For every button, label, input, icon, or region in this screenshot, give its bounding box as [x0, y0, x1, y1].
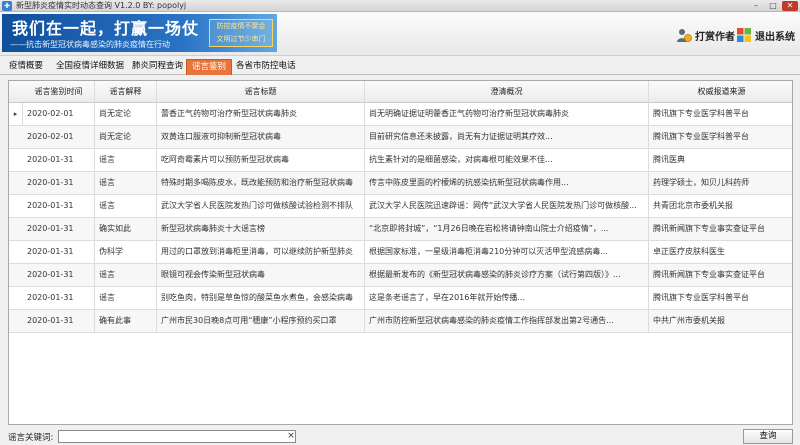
cell-clarification: “北京即将封城”，“1月26日晚在岩松将请钟南山院士介绍疫情”，...: [365, 218, 649, 240]
cell-verdict: 伪科学: [95, 241, 157, 263]
window-titlebar: ✚ 新型肺炎疫情实时动态查询 V1.2.0 BY: popolyj – □ ✕: [0, 0, 800, 12]
slogan-banner: 我们在一起，打赢一场仗 ——抗击新型冠状病毒感染的肺炎疫情在行动 防控疫情不聚会…: [2, 14, 277, 52]
cell-source: 腾讯旗下专业医学科普平台: [653, 132, 749, 141]
cell-verdict: 谣言: [95, 195, 157, 217]
cell-verdict: 确有此事: [95, 310, 157, 332]
cell-time: 2020-01-31: [23, 264, 95, 286]
tip-author-button[interactable]: 打赏作者: [676, 26, 735, 44]
tab-same-trip[interactable]: 肺炎同程查询: [132, 59, 183, 75]
cell-title: 新型冠状病毒肺炎十大谣言榜: [157, 218, 365, 240]
search-button[interactable]: 查询: [743, 429, 793, 444]
cell-clarification: 武汉大学人民医院迅速辟谣：网传“武汉大学省人民医院发热门诊可做核酸...: [365, 195, 649, 217]
table-row[interactable]: 2020-01-31 谣言 特殊时期多喝陈皮水，既改能预防和治疗新型冠状病毒 传…: [9, 172, 792, 195]
cell-time: 2020-01-31: [23, 310, 95, 332]
cell-source: 共青团北京市委机关报: [653, 201, 733, 210]
cell-time: 2020-02-01: [23, 103, 95, 125]
table-row[interactable]: 2020-01-31 伪科学 用过的口罩放到消毒柜里消毒，可以继续防护新型肺炎 …: [9, 241, 792, 264]
tab-overview[interactable]: 疫情概要: [6, 59, 46, 75]
cell-source: 卓正医疗皮肤科医生: [653, 247, 725, 256]
clear-icon[interactable]: ×: [286, 430, 296, 443]
cell-time: 2020-01-31: [23, 172, 95, 194]
cell-clarification: 这是条老谣言了，早在2016年就开始传播...: [365, 287, 649, 309]
cell-verdict: 谣言: [95, 172, 157, 194]
cell-clarification: 尚无明确证据证明藿香正气药物可治疗新型冠状病毒肺炎: [365, 103, 649, 125]
windows-logo-icon: [736, 27, 752, 43]
badge-line-2: 文明过节少串门: [216, 35, 266, 43]
cell-title: 武汉大学省人民医院发热门诊可做核酸试验检测不排队: [157, 195, 365, 217]
user-coin-icon: [676, 27, 692, 43]
cell-verdict: 尚无定论: [95, 126, 157, 148]
cell-verdict: 确实如此: [95, 218, 157, 240]
cell-source: 腾讯新闻旗下专业事实查证平台: [653, 270, 765, 279]
table-row[interactable]: 2020-01-31 确有此事 广州市民30日晚8点可用“穗康”小程序预约买口罩…: [9, 310, 792, 333]
cell-title: 广州市民30日晚8点可用“穗康”小程序预约买口罩: [157, 310, 365, 332]
banner-badge: 防控疫情不聚会 文明过节少串门: [209, 19, 273, 47]
search-bar: 谣言关键词: × 查询: [0, 428, 800, 445]
cell-time: 2020-02-01: [23, 126, 95, 148]
table-row[interactable]: 2020-02-01 尚无定论 双黄连口服液可抑制新型冠状病毒 目前研究信息还未…: [9, 126, 792, 149]
col-header-verdict[interactable]: 谣言解释: [95, 81, 157, 103]
search-label: 谣言关键词:: [8, 433, 54, 443]
app-header: 我们在一起，打赢一场仗 ——抗击新型冠状病毒感染的肺炎疫情在行动 防控疫情不聚会…: [0, 12, 800, 56]
cell-source: 腾讯旗下专业医学科普平台: [653, 293, 749, 302]
col-header-clarification[interactable]: 澄清概况: [365, 81, 649, 103]
tab-national-details[interactable]: 全国疫情详细数据: [52, 59, 128, 75]
table-row[interactable]: 2020-01-31 谣言 吃阿奇霉素片可以预防新型冠状病毒 抗生素针对的是细菌…: [9, 149, 792, 172]
cell-title: 吃阿奇霉素片可以预防新型冠状病毒: [157, 149, 365, 171]
table-row[interactable]: ▸ 2020-02-01 尚无定论 蕾香正气药物可治疗新型冠状病毒肺炎 尚无明确…: [9, 103, 792, 126]
badge-line-1: 防控疫情不聚会: [216, 22, 266, 30]
tab-hotlines[interactable]: 各省市防控电话: [236, 59, 296, 75]
cell-time: 2020-01-31: [23, 149, 95, 171]
cell-clarification: 根据最新发布的《新型冠状病毒感染的肺炎诊疗方案（试行第四版）》...: [365, 264, 649, 286]
exit-button[interactable]: 退出系统: [736, 26, 795, 44]
cell-clarification: 抗生素针对的是细菌感染，对病毒根可能效果不佳...: [365, 149, 649, 171]
cell-clarification: 目前研究信息还未披露，尚无有力证据证明其疗效...: [365, 126, 649, 148]
cell-verdict: 谣言: [95, 264, 157, 286]
cell-title: 用过的口罩放到消毒柜里消毒，可以继续防护新型肺炎: [157, 241, 365, 263]
table-header: 谣言鉴别时间 谣言解释 谣言标题 澄清概况 权威报道来源: [9, 81, 792, 103]
tab-strip: 疫情概要 全国疫情详细数据 肺炎同程查询 谣言鉴别 各省市防控电话: [0, 57, 800, 75]
cell-source: 中共广州市委机关报: [653, 316, 725, 325]
cell-time: 2020-01-31: [23, 195, 95, 217]
cell-verdict: 谣言: [95, 287, 157, 309]
cell-source: 药理学硕士，知贝儿科药师: [653, 178, 749, 187]
table-row[interactable]: 2020-01-31 谣言 武汉大学省人民医院发热门诊可做核酸试验检测不排队 武…: [9, 195, 792, 218]
cell-source: 腾讯新闻旗下专业事实查证平台: [653, 224, 765, 233]
col-header-source[interactable]: 权威报道来源: [649, 81, 792, 103]
cell-source: 腾讯医典: [653, 155, 685, 164]
app-icon: ✚: [2, 1, 12, 11]
window-title: 新型肺炎疫情实时动态查询 V1.2.0 BY: popolyj: [16, 1, 187, 10]
close-button[interactable]: ✕: [782, 1, 798, 11]
cell-title: 眼镜可视会传染新型冠状病毒: [157, 264, 365, 286]
table-row[interactable]: 2020-01-31 确实如此 新型冠状病毒肺炎十大谣言榜 “北京即将封城”，“…: [9, 218, 792, 241]
current-row-marker: ▸: [9, 103, 23, 125]
cell-title: 双黄连口服液可抑制新型冠状病毒: [157, 126, 365, 148]
exit-label: 退出系统: [755, 31, 795, 43]
cell-time: 2020-01-31: [23, 287, 95, 309]
cell-clarification: 传言中陈皮里面的柠檬烯的抗感染抗新型冠状病毒作用...: [365, 172, 649, 194]
banner-slogan: 我们在一起，打赢一场仗: [12, 19, 200, 38]
cell-clarification: 根据国家标准，一星级消毒柜消毒210分钟可以灭活甲型流感病毒...: [365, 241, 649, 263]
table-row[interactable]: 2020-01-31 谣言 眼镜可视会传染新型冠状病毒 根据最新发布的《新型冠状…: [9, 264, 792, 287]
minimize-button[interactable]: –: [748, 1, 764, 11]
table-row[interactable]: 2020-01-31 谣言 别吃鱼肉，特别是草鱼惊的酸菜鱼水煮鱼，会感染病毒 这…: [9, 287, 792, 310]
maximize-button[interactable]: □: [765, 1, 781, 11]
cell-verdict: 尚无定论: [95, 103, 157, 125]
cell-title: 蕾香正气药物可治疗新型冠状病毒肺炎: [157, 103, 365, 125]
tab-rumor-check[interactable]: 谣言鉴别: [186, 59, 232, 75]
rumor-table[interactable]: 谣言鉴别时间 谣言解释 谣言标题 澄清概况 权威报道来源 ▸ 2020-02-0…: [8, 80, 793, 425]
col-header-time[interactable]: 谣言鉴别时间: [23, 81, 95, 103]
cell-verdict: 谣言: [95, 149, 157, 171]
banner-subtitle: ——抗击新型冠状病毒感染的肺炎疫情在行动: [10, 40, 170, 49]
cell-time: 2020-01-31: [23, 218, 95, 240]
cell-clarification: 广州市防控新型冠状病毒感染的肺炎疫情工作指挥部发出第2号通告...: [365, 310, 649, 332]
cell-title: 别吃鱼肉，特别是草鱼惊的酸菜鱼水煮鱼，会感染病毒: [157, 287, 365, 309]
cell-title: 特殊时期多喝陈皮水，既改能预防和治疗新型冠状病毒: [157, 172, 365, 194]
cell-time: 2020-01-31: [23, 241, 95, 263]
rumor-keyword-input[interactable]: [58, 430, 296, 443]
cell-source: 腾讯旗下专业医学科普平台: [653, 109, 749, 118]
tip-author-label: 打赏作者: [695, 31, 735, 43]
col-header-title[interactable]: 谣言标题: [157, 81, 365, 103]
